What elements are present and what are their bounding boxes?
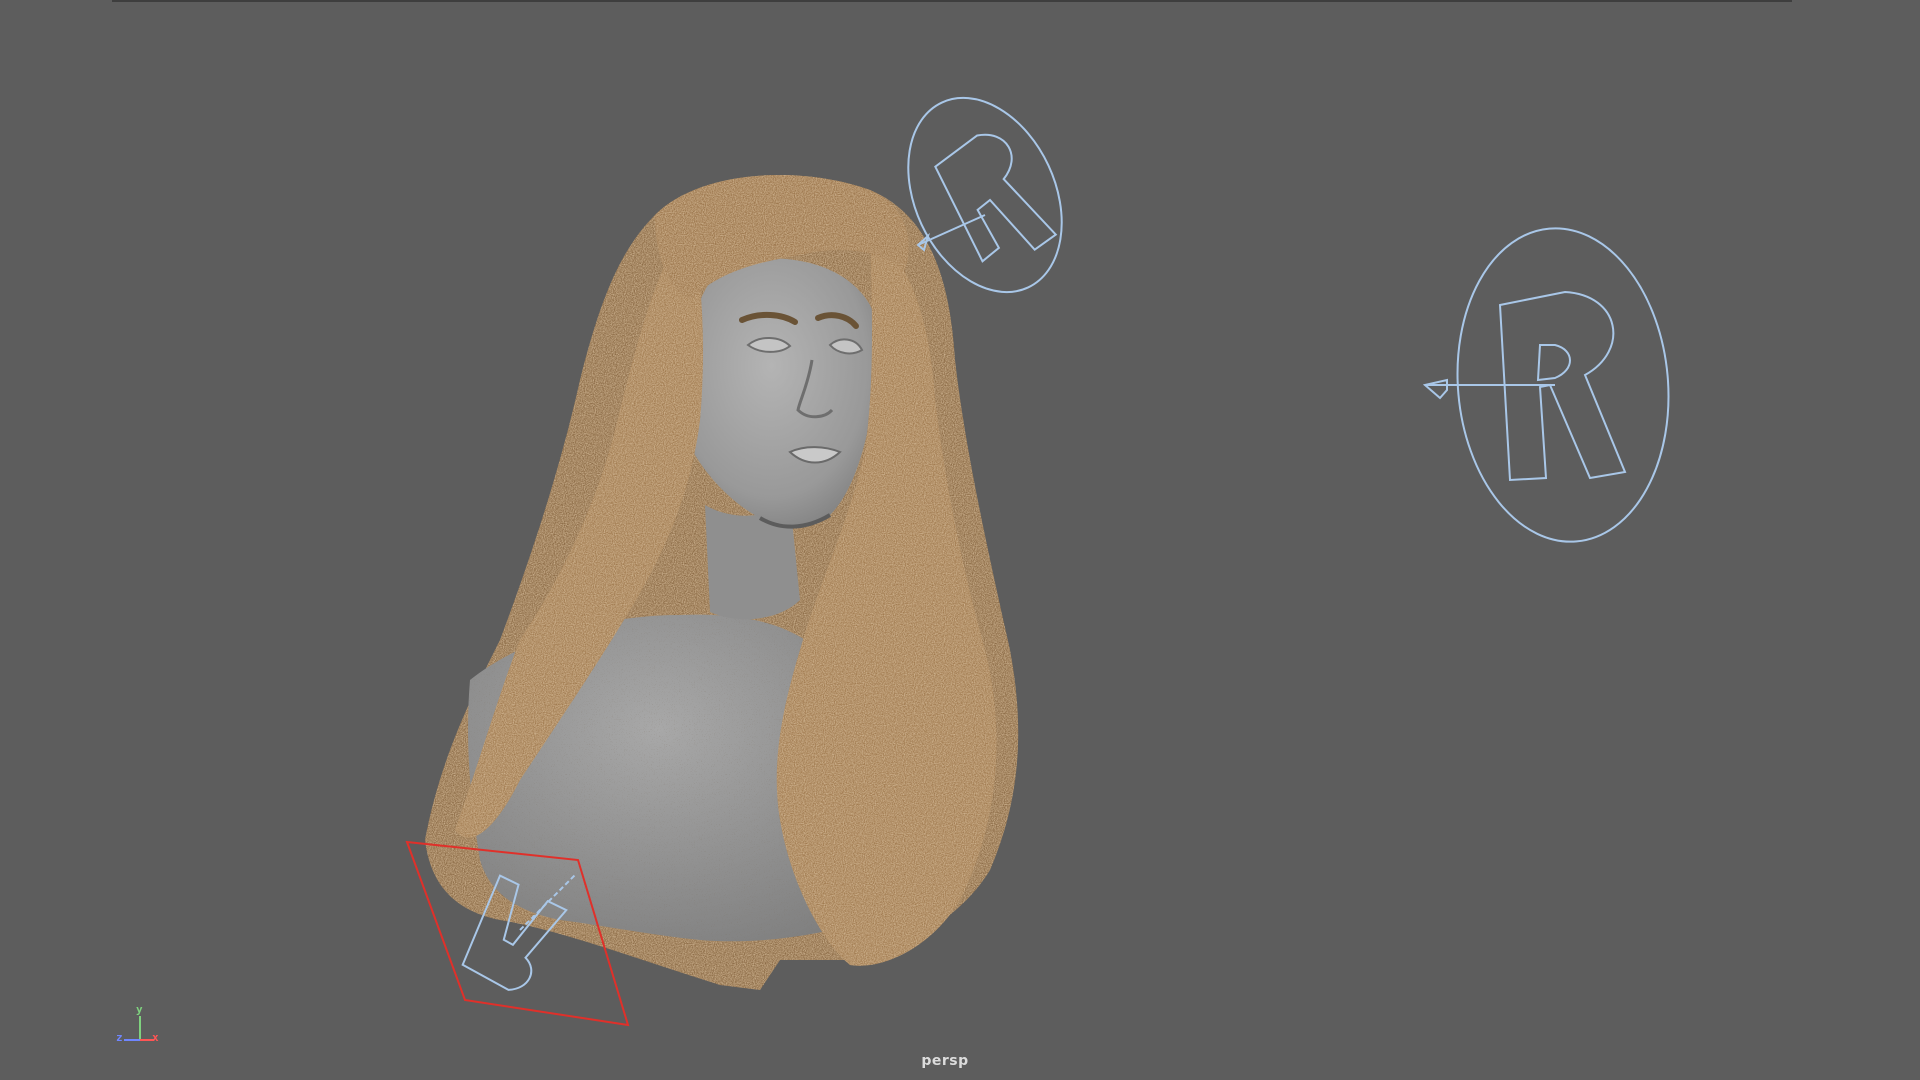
light-direction-line xyxy=(917,214,986,246)
light-r-glyph xyxy=(934,133,1058,263)
axis-x-label: x xyxy=(152,1031,159,1044)
axis-gizmo: y z x xyxy=(112,1004,162,1048)
light-direction-arrow xyxy=(1422,378,1448,400)
scene-canvas[interactable] xyxy=(0,0,1920,1080)
viewport-panel[interactable]: y z x persp xyxy=(0,0,1920,1080)
character-bust[interactable] xyxy=(425,175,1019,991)
axis-z-label: z xyxy=(116,1031,123,1044)
axis-y-label: y xyxy=(136,1003,143,1016)
camera-name-label: persp xyxy=(921,1053,969,1069)
area-light-right[interactable] xyxy=(1422,219,1681,550)
